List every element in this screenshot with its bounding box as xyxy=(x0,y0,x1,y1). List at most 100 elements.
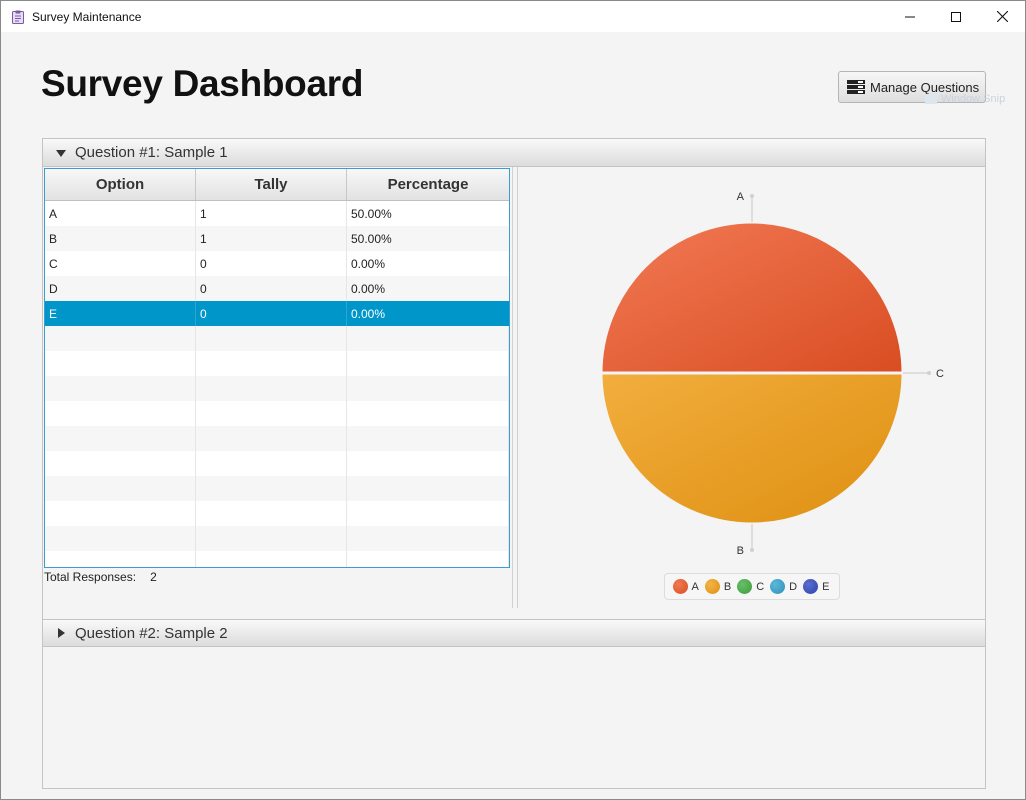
title-bar[interactable]: Survey Maintenance xyxy=(1,1,1025,32)
cell-empty xyxy=(196,326,347,351)
cell-empty xyxy=(196,351,347,376)
table-row[interactable]: D 0 0.00% xyxy=(45,276,509,301)
question-1-title: Question #1: Sample 1 xyxy=(75,144,228,161)
cell-empty xyxy=(45,426,196,451)
legend-label-e: E xyxy=(822,580,830,593)
cell-empty xyxy=(347,451,509,476)
pie-label-c: C xyxy=(936,368,944,380)
table-header: Option Tally Percentage xyxy=(45,169,509,201)
legend-label-c: C xyxy=(756,580,765,593)
table-row[interactable]: A 1 50.00% xyxy=(45,201,509,226)
pie-chart: A B C xyxy=(599,191,944,557)
question-2-title: Question #2: Sample 2 xyxy=(75,624,228,642)
table-row-empty xyxy=(45,551,509,567)
cell-empty xyxy=(347,426,509,451)
table-row-empty xyxy=(45,451,509,476)
table-row-selected[interactable]: E 0 0.00% xyxy=(45,301,509,326)
cell-option: A xyxy=(45,201,196,226)
legend-dot-a xyxy=(672,579,688,594)
legend-dot-c xyxy=(737,579,753,594)
legend-item-a: A xyxy=(672,579,699,594)
cell-empty xyxy=(45,376,196,401)
column-header-option[interactable]: Option xyxy=(45,169,196,200)
chart-pane: ABC A B C D E xyxy=(517,167,985,608)
cell-empty xyxy=(45,326,196,351)
cell-empty xyxy=(196,476,347,501)
cell-empty xyxy=(45,501,196,526)
results-table[interactable]: Option Tally Percentage A 1 50.00% B 1 5… xyxy=(44,168,510,568)
cell-empty xyxy=(347,476,509,501)
table-row-empty xyxy=(45,401,509,426)
table-row-empty xyxy=(45,476,509,501)
legend-dot-d xyxy=(770,579,786,594)
minimize-button[interactable] xyxy=(887,1,933,32)
cell-empty xyxy=(347,551,509,567)
table-row[interactable]: B 1 50.00% xyxy=(45,226,509,251)
cell-empty xyxy=(45,526,196,551)
question-1-header[interactable]: Question #1: Sample 1 xyxy=(43,139,985,167)
cell-empty xyxy=(347,501,509,526)
pie-label-b: B xyxy=(737,545,744,557)
question-1-content: Option Tally Percentage A 1 50.00% B 1 5… xyxy=(43,167,985,608)
total-responses: Total Responses: 2 xyxy=(44,570,157,584)
cell-tally: 0 xyxy=(196,251,347,276)
legend-dot-b xyxy=(704,579,720,594)
column-header-percentage[interactable]: Percentage xyxy=(347,169,509,200)
window-snip-overlay: Window Snip xyxy=(925,89,1025,109)
questions-accordion: Question #1: Sample 1 Option Tally Perce… xyxy=(42,138,986,789)
cell-option: D xyxy=(45,276,196,301)
table-row-empty xyxy=(45,351,509,376)
maximize-button[interactable] xyxy=(933,1,979,32)
cell-empty xyxy=(347,351,509,376)
minimize-icon xyxy=(905,16,915,17)
clipboard-icon xyxy=(12,10,24,24)
results-table-pane: Option Tally Percentage A 1 50.00% B 1 5… xyxy=(43,167,513,608)
cell-option: C xyxy=(45,251,196,276)
column-header-tally[interactable]: Tally xyxy=(196,169,347,200)
pie-leader-dot-b xyxy=(750,548,754,552)
close-icon xyxy=(996,11,1008,22)
table-row[interactable]: C 0 0.00% xyxy=(45,251,509,276)
table-row-empty xyxy=(45,501,509,526)
cell-empty xyxy=(196,401,347,426)
snip-icon xyxy=(925,94,937,104)
legend-dot-e xyxy=(803,579,819,594)
pie-leader-dot-c xyxy=(927,371,931,375)
cell-option: B xyxy=(45,226,196,251)
window-title: Survey Maintenance xyxy=(32,9,142,24)
legend-label-d: D xyxy=(789,580,798,593)
collapsed-arrow-icon xyxy=(58,628,65,638)
legend-item-b: B xyxy=(704,579,732,594)
legend-label-b: B xyxy=(723,580,732,593)
cell-empty xyxy=(45,476,196,501)
list-settings-icon xyxy=(847,80,865,94)
total-responses-label: Total Responses: xyxy=(44,570,137,584)
cell-empty xyxy=(196,501,347,526)
table-body: A 1 50.00% B 1 50.00% C 0 0.00% D 0 0.00… xyxy=(45,201,509,567)
cell-tally: 1 xyxy=(196,226,347,251)
table-row-empty xyxy=(45,326,509,351)
pie-leader-dot-a xyxy=(750,194,754,198)
cell-tally: 0 xyxy=(196,301,347,326)
empty-rows xyxy=(45,326,509,567)
cell-empty xyxy=(347,526,509,551)
expanded-arrow-icon xyxy=(56,149,66,157)
pie-slices xyxy=(599,220,905,526)
close-button[interactable] xyxy=(979,1,1025,32)
legend-item-e: E xyxy=(803,579,829,594)
table-row-empty xyxy=(45,526,509,551)
window-snip-text: Window Snip xyxy=(941,93,1006,105)
legend-label-a: A xyxy=(691,580,699,593)
cell-empty xyxy=(196,526,347,551)
cell-percentage: 0.00% xyxy=(351,256,386,271)
cell-percentage: 0.00% xyxy=(351,281,386,296)
cell-empty xyxy=(45,551,196,567)
cell-empty xyxy=(196,376,347,401)
table-row-empty xyxy=(45,426,509,451)
cell-percentage: 50.00% xyxy=(351,206,392,221)
question-2-header[interactable]: Question #2: Sample 2 xyxy=(43,619,985,647)
cell-tally: 0 xyxy=(196,276,347,301)
cell-percentage: 50.00% xyxy=(351,231,392,246)
cell-empty xyxy=(45,451,196,476)
cell-option: E xyxy=(45,301,196,326)
